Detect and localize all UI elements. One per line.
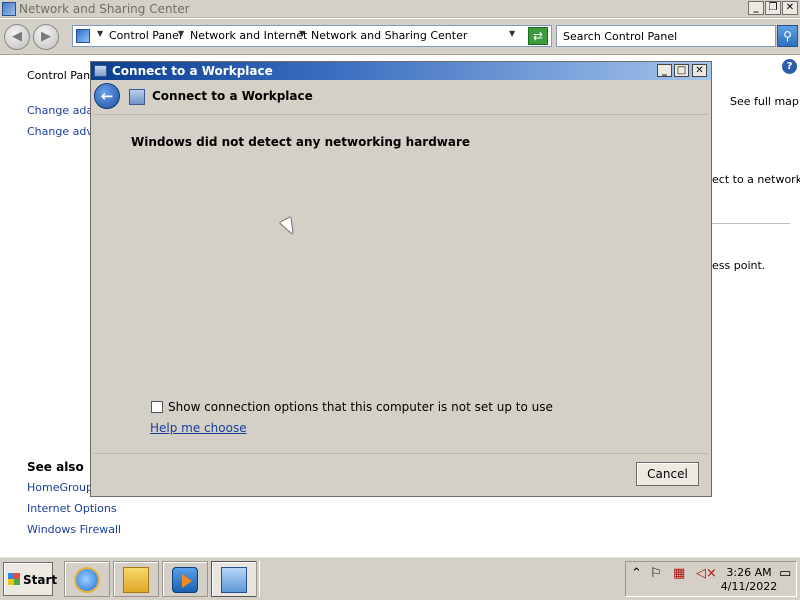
internet-explorer-button[interactable] xyxy=(64,561,110,597)
internet-explorer-icon xyxy=(74,567,100,593)
breadcrumb-separator-icon[interactable]: ▼ xyxy=(178,29,184,38)
workplace-icon xyxy=(129,89,145,105)
dialog-title: Connect to a Workplace xyxy=(112,64,273,78)
back-arrow-icon[interactable]: ← xyxy=(94,83,120,109)
see-also-heading: See also xyxy=(27,460,84,474)
internet-options-link[interactable]: Internet Options xyxy=(27,502,117,515)
cancel-button[interactable]: Cancel xyxy=(636,462,699,486)
dialog-minimize-button[interactable]: _ xyxy=(657,64,672,77)
breadcrumb-network-internet[interactable]: Network and Internet xyxy=(190,29,307,42)
search-input[interactable]: Search Control Panel xyxy=(556,25,776,47)
see-full-map-link[interactable]: See full map xyxy=(730,95,799,108)
start-button[interactable]: Start xyxy=(3,562,57,596)
change-advanced-sharing-link[interactable]: Change adva xyxy=(27,125,100,138)
workplace-icon xyxy=(94,65,107,77)
volume-muted-icon[interactable]: ◁× xyxy=(696,566,717,581)
restore-button[interactable]: ❐ xyxy=(765,1,781,15)
network-disconnected-icon[interactable]: ▦ xyxy=(673,566,685,581)
media-player-button[interactable] xyxy=(162,561,208,597)
close-button[interactable]: ✕ xyxy=(782,1,798,15)
refresh-icon[interactable]: ⇄ xyxy=(528,27,548,45)
minimize-button[interactable]: _ xyxy=(748,1,764,15)
windows-firewall-link[interactable]: Windows Firewall xyxy=(27,523,121,536)
search-placeholder: Search Control Panel xyxy=(563,30,678,43)
navigation-toolbar: ◀ ▶ ▼ Control Panel ▼ Network and Intern… xyxy=(0,19,800,55)
breadcrumb-separator-icon[interactable]: ▼ xyxy=(97,29,103,38)
network-center-icon xyxy=(2,2,16,16)
address-bar[interactable]: ▼ Control Panel ▼ Network and Internet ▼… xyxy=(72,25,552,47)
dialog-header-title: Connect to a Workplace xyxy=(152,89,313,103)
breadcrumb-separator-icon[interactable]: ▼ xyxy=(299,29,305,38)
windows-explorer-button[interactable] xyxy=(113,561,159,597)
connect-to-network-fragment[interactable]: ect to a network xyxy=(712,173,800,186)
folder-icon xyxy=(123,567,149,593)
search-icon[interactable]: ⚲ xyxy=(777,25,798,47)
control-panel-home-link[interactable]: Control Pane xyxy=(27,69,97,82)
media-player-icon xyxy=(172,567,198,593)
network-center-icon xyxy=(221,567,247,593)
dialog-header: ← Connect to a Workplace xyxy=(91,80,711,114)
no-hardware-message: Windows did not detect any networking ha… xyxy=(131,135,471,149)
show-options-checkbox[interactable] xyxy=(151,401,163,413)
windows-logo-icon xyxy=(8,573,20,585)
taskbar-separator xyxy=(256,561,260,597)
breadcrumb-control-panel[interactable]: Control Panel xyxy=(109,29,182,42)
dialog-maximize-button[interactable]: □ xyxy=(674,64,689,77)
clock[interactable]: 3:26 AM 4/11/2022 xyxy=(720,566,778,594)
network-center-taskbar-button[interactable] xyxy=(211,561,257,597)
forward-button[interactable]: ▶ xyxy=(33,24,59,50)
access-point-fragment: ess point. xyxy=(712,259,766,272)
taskbar: Start ⌃ ⚐ ▦ ◁× 3:26 AM 4/11/2022 ▭ xyxy=(0,556,800,600)
window-title-bar: Network and Sharing Center _ ❐ ✕ xyxy=(0,0,800,18)
start-label: Start xyxy=(23,573,58,587)
divider xyxy=(712,223,790,224)
clock-date: 4/11/2022 xyxy=(720,580,778,593)
dialog-close-button[interactable]: ✕ xyxy=(692,64,707,77)
show-options-label[interactable]: Show connection options that this comput… xyxy=(168,400,553,414)
clock-time: 3:26 AM xyxy=(726,566,772,579)
address-dropdown-icon[interactable]: ▼ xyxy=(509,29,515,38)
dialog-title-bar: Connect to a Workplace _ □ ✕ xyxy=(91,62,711,80)
window-title: Network and Sharing Center xyxy=(19,2,190,16)
help-icon[interactable]: ? xyxy=(782,59,797,74)
show-hidden-icons-icon[interactable]: ⌃ xyxy=(631,566,642,581)
homegroup-link[interactable]: HomeGroup xyxy=(27,481,93,494)
control-panel-icon xyxy=(76,29,90,43)
help-me-choose-link[interactable]: Help me choose xyxy=(150,421,247,435)
dialog-body: Windows did not detect any networking ha… xyxy=(93,114,709,454)
show-desktop-icon[interactable]: ▭ xyxy=(779,566,791,581)
back-button[interactable]: ◀ xyxy=(4,24,30,50)
breadcrumb-network-sharing-center[interactable]: Network and Sharing Center xyxy=(311,29,467,42)
connect-workplace-dialog: Connect to a Workplace _ □ ✕ ← Connect t… xyxy=(90,61,712,497)
action-center-flag-icon[interactable]: ⚐ xyxy=(650,566,662,581)
